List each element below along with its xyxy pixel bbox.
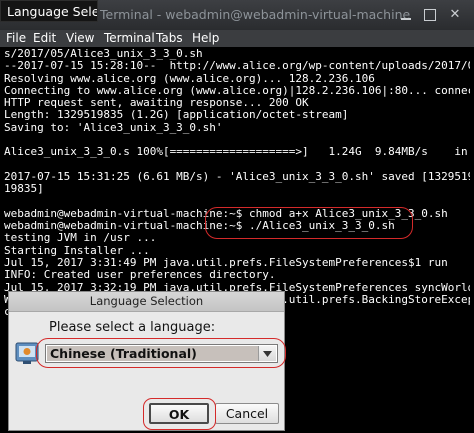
menu-terminal[interactable]: Terminal <box>104 31 155 46</box>
minimize-button[interactable] <box>397 6 415 24</box>
maximize-button[interactable] <box>421 6 439 24</box>
menu-file[interactable]: File <box>6 31 26 46</box>
minimize-icon <box>401 18 411 20</box>
language-selected-value: Chinese (Traditional) <box>47 346 258 361</box>
dialog-titlebar[interactable]: Language Selection <box>9 292 284 312</box>
menu-edit[interactable]: Edit <box>33 31 56 46</box>
terminal-output[interactable]: s/2017/05/Alice3_unix_3_3_0.sh --2017-07… <box>4 48 470 320</box>
terminal-line: Length: 1329519835 (1.2G) [application/o… <box>4 109 349 122</box>
java-installer-icon <box>15 342 39 364</box>
terminal-menubar: File Edit View Terminal Tabs Help <box>0 30 474 47</box>
menu-help[interactable]: Help <box>192 31 219 46</box>
terminal-scrollbar[interactable] <box>465 48 471 320</box>
terminal-line: Starting Installer ... <box>4 244 150 257</box>
terminal-line: Alice3_unix_3_3_0.s 100%[===============… <box>4 146 470 159</box>
close-icon: ✕ <box>449 7 461 22</box>
terminal-line: 19835] <box>4 183 44 196</box>
ok-button[interactable]: OK <box>149 403 209 424</box>
language-selection-dialog: Language Selection Please select a langu… <box>8 291 286 431</box>
terminal-line: Saving to: 'Alice3_unix_3_3_0.sh' <box>4 121 223 134</box>
cancel-button[interactable]: Cancel <box>215 403 279 424</box>
maximize-icon <box>424 9 436 21</box>
language-dropdown[interactable]: Chinese (Traditional) <box>45 344 278 363</box>
terminal-line: testing JVM in /usr ... <box>4 232 157 245</box>
terminal-line: 2017-07-15 15:31:25 (6.61 MB/s) - 'Alice… <box>4 170 470 183</box>
terminal-line: Connecting to www.alice.org (www.alice.o… <box>4 84 470 97</box>
terminal-line: webadmin@webadmin-virtual-machine:~$ ./A… <box>4 220 395 233</box>
terminal-title: Terminal - webadmin@webadmin-virtual-mac… <box>100 7 410 22</box>
dialog-prompt: Please select a language: <box>49 320 216 335</box>
dialog-title: Language Selection <box>89 294 204 308</box>
language-selection-tooltip: Language Selection <box>0 0 98 22</box>
terminal-line: Resolving www.alice.org (www.alice.org).… <box>4 72 375 85</box>
terminal-line: s/2017/05/Alice3_unix_3_3_0.sh <box>4 48 203 60</box>
close-button[interactable]: ✕ <box>446 6 464 24</box>
terminal-line: INFO: Created user preferences directory… <box>4 269 276 282</box>
terminal-line: Jul 15, 2017 3:31:49 PM java.util.prefs.… <box>4 257 448 270</box>
triangle-down-icon <box>263 351 272 357</box>
dropdown-arrow-button[interactable] <box>258 346 276 361</box>
menu-tabs[interactable]: Tabs <box>156 31 183 46</box>
terminal-line: HTTP request sent, awaiting response... … <box>4 97 309 110</box>
terminal-line: --2017-07-15 15:28:10-- http://www.alice… <box>4 60 470 73</box>
terminal-line: webadmin@webadmin-virtual-machine:~$ chm… <box>4 207 448 220</box>
menu-view[interactable]: View <box>66 31 94 46</box>
